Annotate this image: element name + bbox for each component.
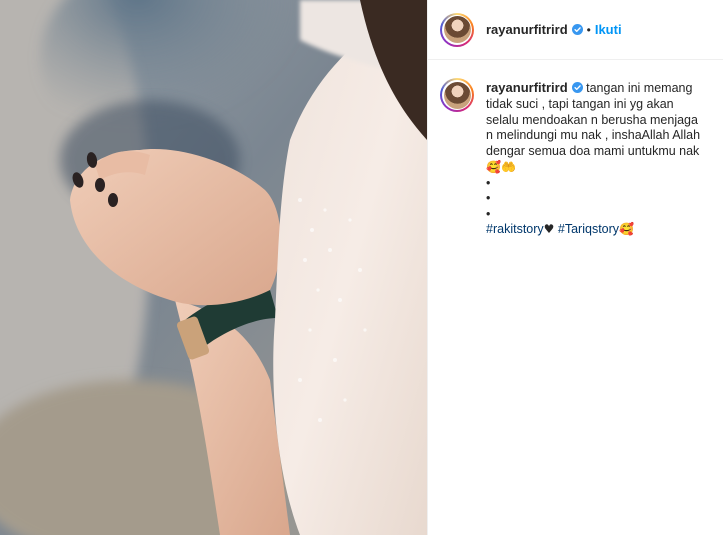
avatar-frame [442,80,472,110]
bullet-line: • [486,191,491,206]
photo-illustration [0,0,427,535]
caption-block: rayanurfitrird tangan ini memang tidak s… [428,60,723,238]
caption-paragraph: rayanurfitrird tangan ini memang tidak s… [486,80,704,176]
avatar-image [443,16,471,43]
caption-text: rayanurfitrird tangan ini memang tidak s… [486,76,704,238]
profile-avatar[interactable] [440,12,474,47]
hashtag-link[interactable]: #rakitstory [486,222,544,236]
separator-dot: • [586,22,591,37]
bullet-line: • [486,206,491,221]
heart-icon: ♥ [543,222,555,237]
avatar-frame [442,14,472,45]
hashtag-line: #rakitstory♥ #Tariqstory🥰 [486,222,704,238]
post-photo[interactable] [0,0,427,535]
verified-badge-icon [571,82,583,93]
follow-button[interactable]: Ikuti [595,22,622,37]
header-username[interactable]: rayanurfitrird [486,22,568,37]
post-side-panel: rayanurfitrird • Ikuti rayanurfitrird ta… [427,0,723,535]
caption-emoji: 🥰🤲 [486,159,516,174]
verified-badge-icon [571,24,583,35]
caption-avatar[interactable] [440,78,474,112]
caption-username[interactable]: rayanurfitrird [486,80,568,95]
smile-icon: 🥰 [619,222,634,237]
avatar-image [443,81,471,109]
post-header: rayanurfitrird • Ikuti [428,0,723,60]
hashtag-link[interactable]: #Tariqstory [558,222,619,236]
bullet-line: • [486,175,491,190]
